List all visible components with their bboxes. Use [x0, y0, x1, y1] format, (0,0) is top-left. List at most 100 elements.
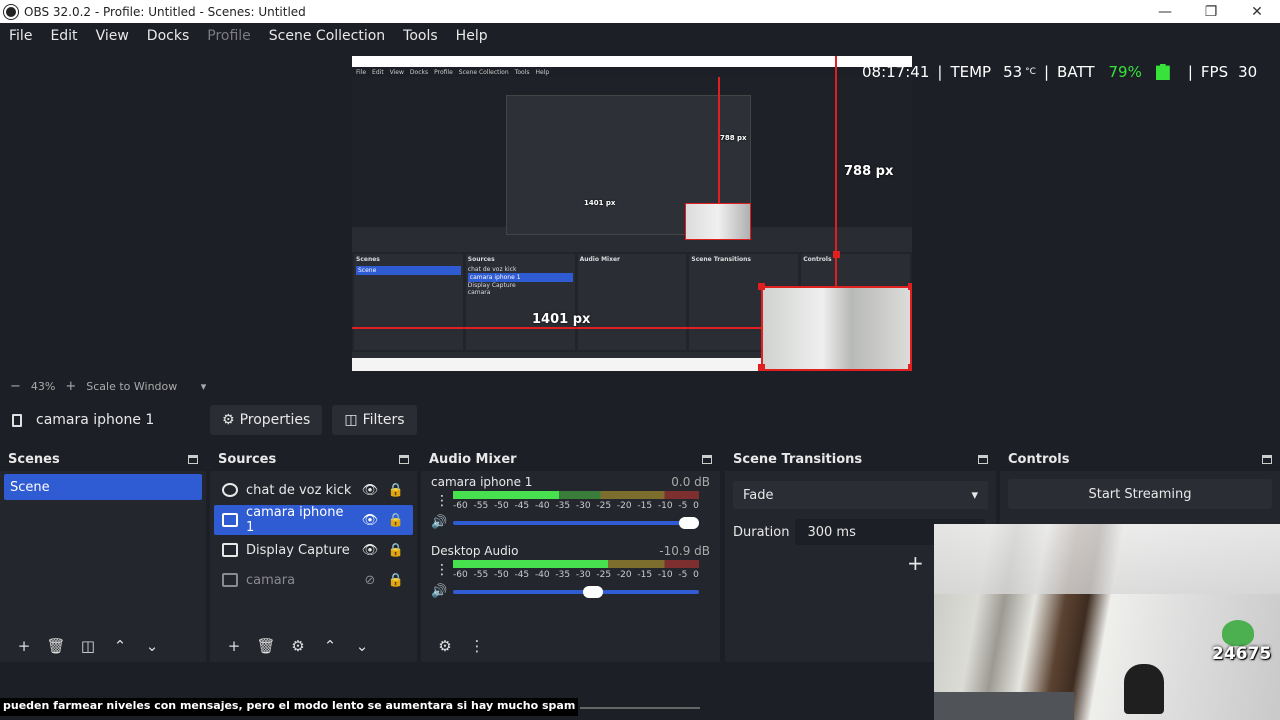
duration-label: Duration [733, 524, 790, 540]
selected-camera-source[interactable] [761, 286, 912, 371]
chevron-up-icon[interactable]: ⌃ [104, 637, 136, 655]
clock-text: 08:17:41 [862, 63, 930, 81]
meter-tick: -5 [678, 501, 688, 511]
chevron-down-icon[interactable]: ⌄ [346, 637, 378, 655]
scale-mode-select[interactable]: Scale to Window ▾ [86, 380, 216, 393]
preview-area[interactable]: File Edit View Docks Profile Scene Colle… [0, 48, 1280, 376]
transition-selected: Fade [743, 487, 774, 503]
nested-source-item: camara iphone 1 [467, 273, 573, 282]
chevron-up-icon[interactable]: ⌃ [314, 637, 346, 655]
more-icon[interactable]: ⋮ [435, 562, 449, 578]
maximize-button[interactable]: ❐ [1188, 0, 1234, 23]
filter-icon[interactable]: ◫ [72, 637, 104, 655]
separator: | [1187, 63, 1193, 81]
eye-icon[interactable]: 👁 [361, 543, 379, 558]
resize-handle[interactable] [758, 364, 765, 371]
lock-icon[interactable]: 🔒 [387, 573, 405, 588]
batt-label: BATT [1057, 63, 1095, 81]
nested-menu-edit: Edit [372, 68, 384, 76]
menu-profile[interactable]: Profile [198, 28, 260, 44]
measure-line-vertical [835, 56, 837, 286]
volume-knob[interactable] [679, 516, 699, 529]
resize-handle[interactable] [908, 364, 912, 371]
menu-tools[interactable]: Tools [394, 28, 447, 44]
channel-db: -10.9 dB [659, 544, 710, 558]
battery-icon [1155, 64, 1170, 80]
source-item[interactable]: camara iphone 1 👁 🔒 [214, 505, 413, 535]
chevron-down-icon[interactable]: ⌄ [136, 637, 168, 655]
mixer-title: Audio Mixer [429, 451, 517, 467]
volume-slider[interactable] [453, 585, 699, 598]
resize-handle[interactable] [758, 283, 765, 290]
controls-title: Controls [1008, 451, 1070, 467]
zoom-in-button[interactable]: + [65, 379, 76, 394]
temp-unit: °C [1025, 67, 1036, 77]
meter-tick: -50 [493, 501, 509, 511]
menu-file[interactable]: File [0, 28, 41, 44]
meter-scale: -60 -55 -50 -45 -40 -35 -30 -25 -20 -15 -10 -5 0 [453, 501, 699, 511]
viewer-badge: 24675 [1212, 620, 1271, 672]
add-icon[interactable]: + [218, 637, 250, 655]
source-item[interactable]: Display Capture 👁 🔒 [214, 535, 413, 565]
minimize-button[interactable]: — [1142, 0, 1188, 23]
properties-button[interactable]: ⚙ Properties [210, 405, 323, 435]
zoom-out-button[interactable]: − [10, 379, 21, 394]
menu-view[interactable]: View [87, 28, 138, 44]
meter-tick: -30 [575, 570, 591, 580]
source-name: camara [246, 572, 296, 588]
preview-canvas[interactable]: File Edit View Docks Profile Scene Colle… [352, 56, 912, 371]
meter-tick: -35 [555, 570, 571, 580]
volume-knob[interactable] [583, 585, 604, 598]
eye-icon[interactable]: 👁 [361, 483, 379, 498]
properties-label: Properties [239, 412, 311, 428]
volume-slider[interactable] [453, 516, 699, 529]
nested-menu-help: Help [535, 68, 550, 76]
menu-edit[interactable]: Edit [41, 28, 86, 44]
menu-help[interactable]: Help [447, 28, 497, 44]
menu-scene-collection[interactable]: Scene Collection [260, 28, 394, 44]
close-button[interactable]: ✕ [1234, 0, 1280, 23]
lock-icon[interactable]: 🔒 [387, 513, 405, 528]
start-streaming-button[interactable]: Start Streaming [1008, 479, 1272, 509]
source-item[interactable]: camara ⊘ 🔒 [214, 565, 413, 595]
eye-hidden-icon[interactable]: ⊘ [361, 573, 379, 588]
more-icon[interactable]: ⋮ [461, 637, 493, 655]
nested-sources-title: Sources [467, 256, 495, 263]
speaker-icon[interactable]: 🔊 [431, 584, 453, 599]
menu-bar: File Edit View Docks Profile Scene Colle… [0, 23, 1280, 48]
undock-icon[interactable] [399, 454, 409, 464]
gear-icon: ⚙ [222, 412, 235, 428]
scene-item[interactable]: Scene [4, 474, 202, 500]
file-icon [222, 513, 238, 527]
lock-icon[interactable]: 🔒 [387, 483, 405, 498]
volume-meter [453, 491, 699, 499]
meter-tick: -55 [473, 570, 489, 580]
filter-icon: ◫ [344, 412, 358, 428]
lock-icon[interactable]: 🔒 [387, 543, 405, 558]
add-icon[interactable]: + [8, 637, 40, 655]
trash-icon[interactable]: 🗑 [250, 637, 282, 655]
transitions-title: Scene Transitions [733, 451, 863, 467]
nested-dock-scenes: Scenes Scene [354, 254, 463, 350]
filters-button[interactable]: ◫ Filters [332, 405, 417, 435]
meter-tick: -35 [555, 501, 571, 511]
eye-icon[interactable]: 👁 [361, 513, 379, 528]
add-transition-icon[interactable]: + [907, 551, 924, 575]
transition-select[interactable]: Fade ▾ [733, 481, 988, 509]
duration-value: 300 ms [807, 524, 856, 540]
undock-icon[interactable] [188, 454, 198, 464]
undock-icon[interactable] [702, 454, 712, 464]
mixer-settings-icon[interactable]: ⚙ [429, 637, 461, 655]
batt-value: 79% [1108, 63, 1142, 81]
menu-docks[interactable]: Docks [138, 28, 198, 44]
undock-icon[interactable] [1262, 454, 1272, 464]
gear-icon[interactable]: ⚙ [282, 637, 314, 655]
resize-handle[interactable] [908, 283, 912, 290]
more-icon[interactable]: ⋮ [435, 493, 449, 509]
undock-icon[interactable] [978, 454, 988, 464]
mixer-channel: camara iphone 1 0.0 dB ⋮ -60 -55 -50 -45 -40… [421, 471, 720, 534]
trash-icon[interactable]: 🗑 [40, 637, 72, 655]
mixer-footer: ⚙ ⋮ [421, 630, 720, 662]
speaker-icon[interactable]: 🔊 [431, 515, 453, 530]
source-item[interactable]: chat de voz kick 👁 🔒 [214, 475, 413, 505]
